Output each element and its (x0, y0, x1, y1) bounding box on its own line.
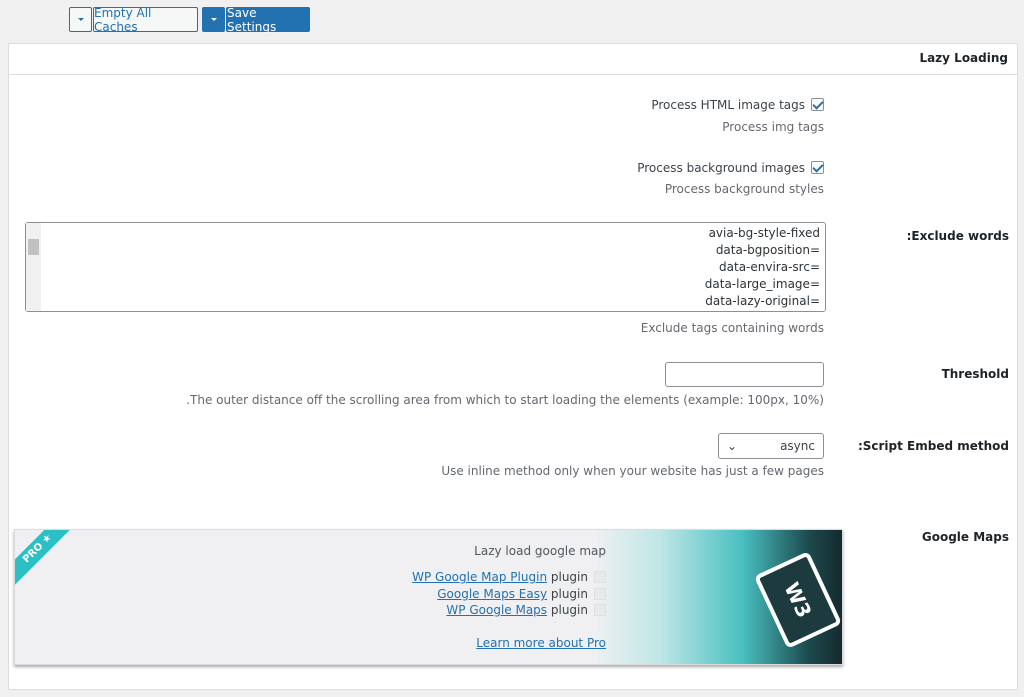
plugin-row: WP Google Map Plugin plugin (412, 570, 606, 584)
embed-method-select[interactable]: ⌄ async (718, 433, 824, 459)
plugin-row: WP Google Maps plugin (446, 603, 606, 617)
exclude-words-desc: Exclude tags containing words (640, 321, 824, 335)
plugin-link[interactable]: WP Google Maps (446, 603, 547, 617)
caret-down-icon (210, 18, 217, 21)
process-html-label: Process HTML image tags (651, 98, 805, 112)
section-title: Lazy Loading (919, 51, 1008, 65)
threshold-desc: .The outer distance off the scrolling ar… (186, 393, 824, 407)
embed-method-desc: Use inline method only when your website… (441, 464, 824, 478)
empty-all-caches-button[interactable]: Empty All Caches (93, 6, 198, 34)
w3-logo: W3 (753, 551, 842, 649)
embed-method-label: :Script Embed method (857, 439, 1009, 453)
exclude-words-label: :Exclude words (906, 229, 1009, 243)
exclude-words-textarea[interactable]: avia-bg-style-fixed =data-bgposition =da… (25, 222, 826, 312)
process-bg-label: Process background images (637, 161, 805, 175)
plugin-checkbox[interactable] (594, 571, 606, 583)
process-bg-checkbox[interactable] (811, 161, 824, 174)
save-settings-button[interactable]: Save Settings (226, 6, 310, 34)
embed-method-value: async (780, 439, 815, 453)
plugin-suffix: plugin (550, 570, 588, 584)
plugin-checkbox[interactable] (594, 604, 606, 616)
process-bg-desc: Process background styles (664, 182, 824, 196)
chevron-down-icon: ⌄ (727, 439, 738, 453)
empty-caches-dropdown-button[interactable] (69, 7, 92, 32)
divider (9, 74, 1017, 75)
plugin-checkbox[interactable] (594, 588, 606, 600)
learn-more-row: Learn more about Pro (476, 636, 606, 650)
learn-more-link[interactable]: Learn more about Pro (476, 636, 606, 650)
caret-down-icon (77, 18, 84, 21)
plugin-link[interactable]: WP Google Map Plugin (412, 570, 547, 584)
plugin-link[interactable]: Google Maps Easy (437, 587, 547, 601)
threshold-input[interactable] (665, 362, 824, 387)
plugin-suffix: plugin (550, 603, 588, 617)
process-bg-row[interactable]: Process background images (637, 161, 824, 175)
process-html-checkbox[interactable] (811, 98, 824, 111)
pro-ribbon: PRO ★ (15, 530, 77, 588)
threshold-label: Threshold (941, 367, 1009, 381)
textarea-scrollbar[interactable] (26, 223, 41, 311)
process-html-row[interactable]: Process HTML image tags (651, 98, 824, 112)
plugin-suffix: plugin (550, 587, 588, 601)
pro-title: Lazy load google map (474, 544, 606, 558)
plugin-row: Google Maps Easy plugin (437, 587, 606, 601)
pro-upsell-box: PRO ★ Lazy load google map WP Google Map… (14, 529, 843, 665)
process-html-desc: Process img tags (722, 120, 824, 134)
save-settings-dropdown-button[interactable] (202, 7, 225, 32)
google-maps-label: Google Maps (921, 530, 1009, 544)
lazy-loading-panel: Lazy Loading Process HTML image tags Pro… (8, 43, 1018, 690)
